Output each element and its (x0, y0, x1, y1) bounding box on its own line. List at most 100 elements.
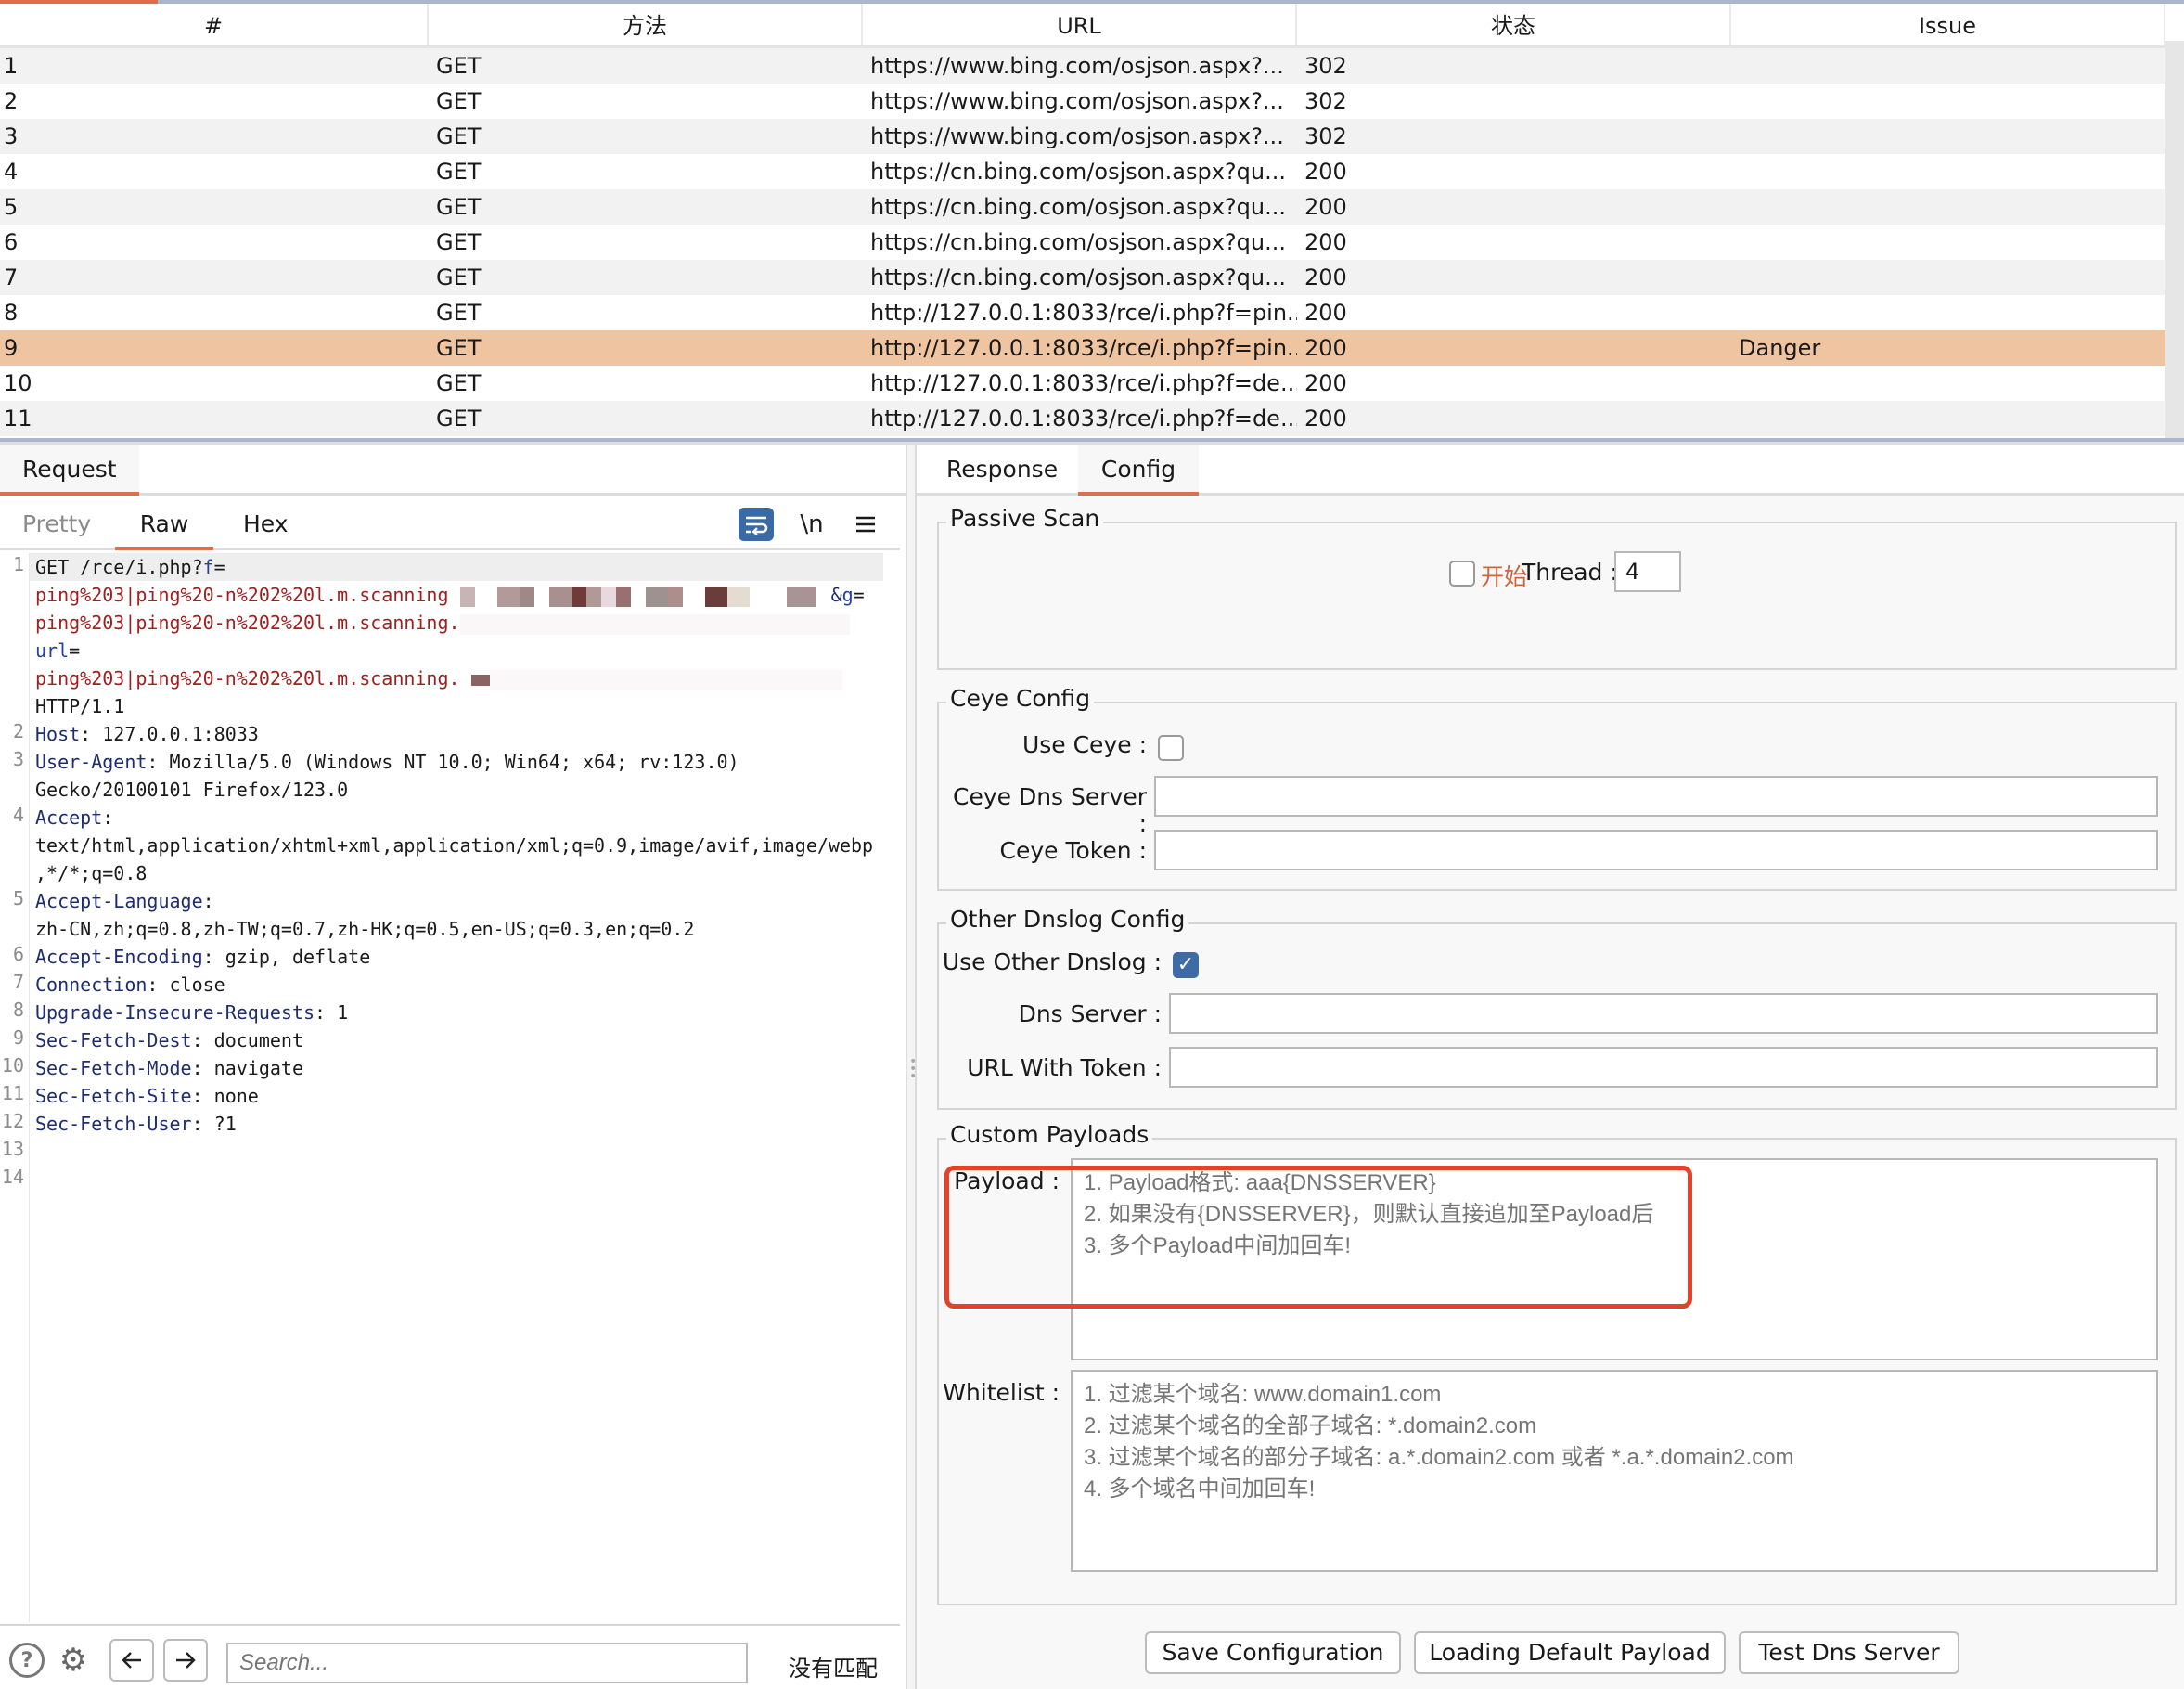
header-name: Host (35, 723, 81, 745)
code-text: GET /rce/i.php? (35, 556, 203, 578)
cell-method: GET (436, 406, 482, 432)
tab-raw[interactable]: Raw (115, 498, 213, 550)
cell-status: 302 (1304, 123, 1347, 149)
line-number: 10 (1, 1054, 24, 1077)
previous-match-button[interactable] (109, 1639, 154, 1682)
code-line: Accept: (35, 804, 113, 832)
column-header-issue[interactable]: Issue (1731, 4, 2165, 45)
tab-response[interactable]: Response (928, 445, 1076, 496)
cell-method: GET (436, 88, 482, 114)
redacted-region (459, 613, 850, 635)
http-history-table: # 方法 URL 状态 Issue 1 GET https://www.bing.c… (0, 4, 2165, 436)
thread-input[interactable]: 4 (1614, 551, 1681, 592)
table-row[interactable]: 7 GET https://cn.bing.com/osjson.aspx?qu..… (0, 260, 2165, 295)
whitelist-textarea[interactable] (1071, 1370, 2158, 1572)
param-name: url (35, 639, 70, 662)
group-title: Other Dnslog Config (946, 906, 1189, 933)
dns-server-label: Dns Server : (1018, 1000, 1162, 1027)
cell-number: 1 (4, 53, 19, 79)
cell-url: https://cn.bing.com/osjson.aspx?qu... (870, 194, 1286, 220)
table-row[interactable]: 5 GET https://cn.bing.com/osjson.aspx?qu..… (0, 189, 2165, 225)
config-pane: Response Config Passive Scan 开始 Thread :… (917, 445, 2184, 1689)
code-line: Connection: close (35, 971, 225, 999)
column-header-url[interactable]: URL (863, 4, 1297, 45)
cell-url: http://127.0.0.1:8033/rce/i.php?f=pin... (870, 300, 1297, 326)
hamburger-menu-icon[interactable] (848, 508, 883, 541)
other-dnslog-config-group: Other Dnslog Config Use Other Dnslog : ✓… (937, 906, 2177, 1110)
word-wrap-icon[interactable] (739, 508, 774, 541)
line-number: 2 (12, 720, 24, 742)
header-value: : gzip, deflate (202, 946, 371, 968)
cell-url: http://127.0.0.1:8033/rce/i.php?f=de... (870, 370, 1297, 396)
line-number: 8 (12, 999, 24, 1021)
table-scrollbar[interactable] (2165, 41, 2184, 438)
ceye-token-label: Ceye Token : (999, 837, 1147, 864)
line-number: 11 (1, 1082, 24, 1104)
header-name: Connection (35, 973, 148, 996)
table-row[interactable]: 9 GET http://127.0.0.1:8033/rce/i.php?f=pi… (0, 330, 2165, 366)
header-name: Accept (35, 806, 103, 829)
dns-server-input[interactable] (1169, 993, 2158, 1034)
cell-number: 11 (4, 406, 32, 432)
cell-status: 302 (1304, 53, 1347, 79)
cell-method: GET (436, 264, 482, 290)
cell-status: 302 (1304, 88, 1347, 114)
table-row[interactable]: 3 GET https://www.bing.com/osjson.aspx?...… (0, 119, 2165, 154)
column-header-number[interactable]: # (0, 4, 429, 45)
url-with-token-label: URL With Token : (967, 1054, 1162, 1081)
settings-gear-icon[interactable]: ⚙ (54, 1641, 93, 1680)
table-row[interactable]: 1 GET https://www.bing.com/osjson.aspx?...… (0, 48, 2165, 84)
show-newlines-toggle[interactable]: \n (794, 508, 829, 541)
tab-request[interactable]: Request (0, 445, 139, 496)
header-value: : 127.0.0.1:8033 (80, 723, 259, 745)
header-value: : none (191, 1085, 259, 1107)
table-row[interactable]: 10 GET http://127.0.0.1:8033/rce/i.php?f=d… (0, 366, 2165, 401)
use-ceye-checkbox[interactable] (1158, 735, 1184, 761)
request-pane: Request Pretty Raw Hex \n 1 2 3 4 5 6 7 … (0, 445, 906, 1689)
header-value: : (202, 890, 214, 912)
tab-config[interactable]: Config (1078, 445, 1199, 496)
start-checkbox[interactable] (1449, 561, 1475, 587)
cell-method: GET (436, 335, 482, 361)
use-other-dnslog-checkbox[interactable]: ✓ (1173, 952, 1199, 978)
table-row[interactable]: 6 GET https://cn.bing.com/osjson.aspx?qu..… (0, 225, 2165, 260)
cell-issue (1731, 295, 2165, 330)
next-match-button[interactable] (163, 1639, 208, 1682)
column-header-method[interactable]: 方法 (429, 4, 863, 45)
cell-number: 2 (4, 88, 19, 114)
code-line: User-Agent: Mozilla/5.0 (Windows NT 10.0… (35, 748, 739, 776)
save-configuration-button[interactable]: Save Configuration (1145, 1631, 1401, 1674)
cell-status: 200 (1304, 300, 1347, 326)
table-row[interactable]: 8 GET http://127.0.0.1:8033/rce/i.php?f=pi… (0, 295, 2165, 330)
code-line: Sec-Fetch-Site: none (35, 1082, 259, 1110)
ceye-dns-server-input[interactable] (1154, 776, 2158, 817)
param-name: g (841, 584, 854, 606)
cell-url: http://127.0.0.1:8033/rce/i.php?f=pin... (870, 335, 1297, 361)
code-line: ping%203|ping%20-n%202%20l.m.scanning &g… (35, 581, 865, 609)
tab-hex[interactable]: Hex (243, 498, 289, 550)
table-row[interactable]: 2 GET https://www.bing.com/osjson.aspx?...… (0, 84, 2165, 119)
test-dns-server-button[interactable]: Test Dns Server (1739, 1631, 1959, 1674)
header-value: : document (191, 1029, 303, 1051)
cell-issue (1731, 260, 2165, 295)
url-with-token-input[interactable] (1169, 1047, 2158, 1088)
code-line: Gecko/20100101 Firefox/123.0 (35, 779, 349, 801)
cell-method: GET (436, 123, 482, 149)
param-name: f (202, 556, 214, 578)
table-row[interactable]: 11 GET http://127.0.0.1:8033/rce/i.php?f=d… (0, 401, 2165, 436)
loading-default-payload-button[interactable]: Loading Default Payload (1414, 1631, 1726, 1674)
tab-pretty[interactable]: Pretty (22, 498, 91, 550)
splitter-vertical[interactable]: • • • (906, 445, 917, 1689)
cell-method: GET (436, 370, 482, 396)
ceye-token-input[interactable] (1154, 830, 2158, 870)
help-icon[interactable]: ? (9, 1643, 45, 1678)
column-header-status[interactable]: 状态 (1297, 4, 1731, 45)
request-editor[interactable]: 1 2 3 4 5 6 7 8 9 10 11 12 13 14 GET /rc… (0, 553, 900, 1622)
search-bar: ? ⚙ 没有匹配 (0, 1624, 900, 1689)
cell-url: https://cn.bing.com/osjson.aspx?qu... (870, 229, 1286, 255)
line-number: 13 (1, 1138, 24, 1160)
cell-method: GET (436, 194, 482, 220)
code-text: = (853, 584, 865, 606)
table-row[interactable]: 4 GET https://cn.bing.com/osjson.aspx?qu..… (0, 154, 2165, 189)
search-input[interactable] (226, 1643, 748, 1683)
